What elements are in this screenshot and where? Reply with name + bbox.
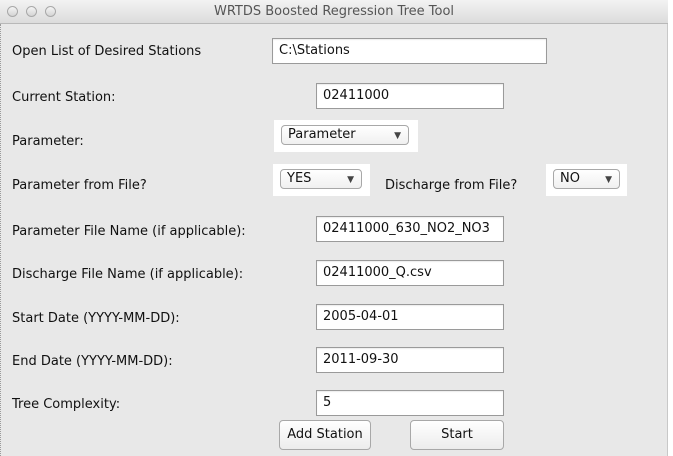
current-station-label: Current Station:: [12, 90, 116, 105]
start-button[interactable]: Start: [410, 420, 504, 450]
add-station-button[interactable]: Add Station: [279, 420, 371, 450]
start-date-label: Start Date (YYYY-MM-DD):: [12, 311, 180, 326]
parameter-from-file-select[interactable]: YES ▼: [280, 169, 362, 189]
parameter-select[interactable]: Parameter ▼: [281, 125, 409, 145]
stations-list-field[interactable]: C:\Stations: [272, 38, 547, 64]
parameter-select-value: Parameter: [288, 127, 356, 142]
tree-complexity-label: Tree Complexity:: [12, 397, 121, 412]
parameter-from-file-select-frame: YES ▼: [273, 164, 370, 196]
chevron-down-icon: ▼: [347, 175, 354, 185]
end-date-label: End Date (YYYY-MM-DD):: [12, 354, 173, 369]
discharge-file-name-label: Discharge File Name (if applicable):: [12, 267, 244, 282]
discharge-from-file-select-frame: NO ▼: [546, 164, 627, 196]
parameter-from-file-value: YES: [287, 171, 312, 186]
chevron-down-icon: ▼: [394, 131, 401, 141]
parameter-file-name-label: Parameter File Name (if applicable):: [12, 224, 246, 239]
app-window: WRTDS Boosted Regression Tree Tool Open …: [0, 0, 668, 456]
window-left-border: [0, 24, 2, 456]
chevron-down-icon: ▼: [605, 175, 612, 185]
discharge-file-name-field[interactable]: 02411000_Q.csv: [316, 260, 504, 286]
window-title: WRTDS Boosted Regression Tree Tool: [213, 4, 455, 19]
start-date-field[interactable]: 2005-04-01: [316, 304, 504, 330]
parameter-from-file-label: Parameter from File?: [12, 178, 147, 193]
tree-complexity-field[interactable]: 5: [316, 390, 504, 416]
discharge-from-file-select[interactable]: NO ▼: [553, 169, 620, 189]
parameter-label: Parameter:: [12, 134, 84, 149]
current-station-field[interactable]: 02411000: [316, 83, 504, 109]
discharge-from-file-label: Discharge from File?: [385, 178, 518, 193]
parameter-file-name-field[interactable]: 02411000_630_NO2_NO3: [316, 216, 504, 242]
title-bar[interactable]: WRTDS Boosted Regression Tree Tool: [0, 0, 668, 24]
parameter-select-frame: Parameter ▼: [274, 120, 418, 152]
discharge-from-file-value: NO: [560, 171, 580, 186]
end-date-field[interactable]: 2011-09-30: [316, 347, 504, 373]
stations-list-label: Open List of Desired Stations: [12, 44, 202, 59]
